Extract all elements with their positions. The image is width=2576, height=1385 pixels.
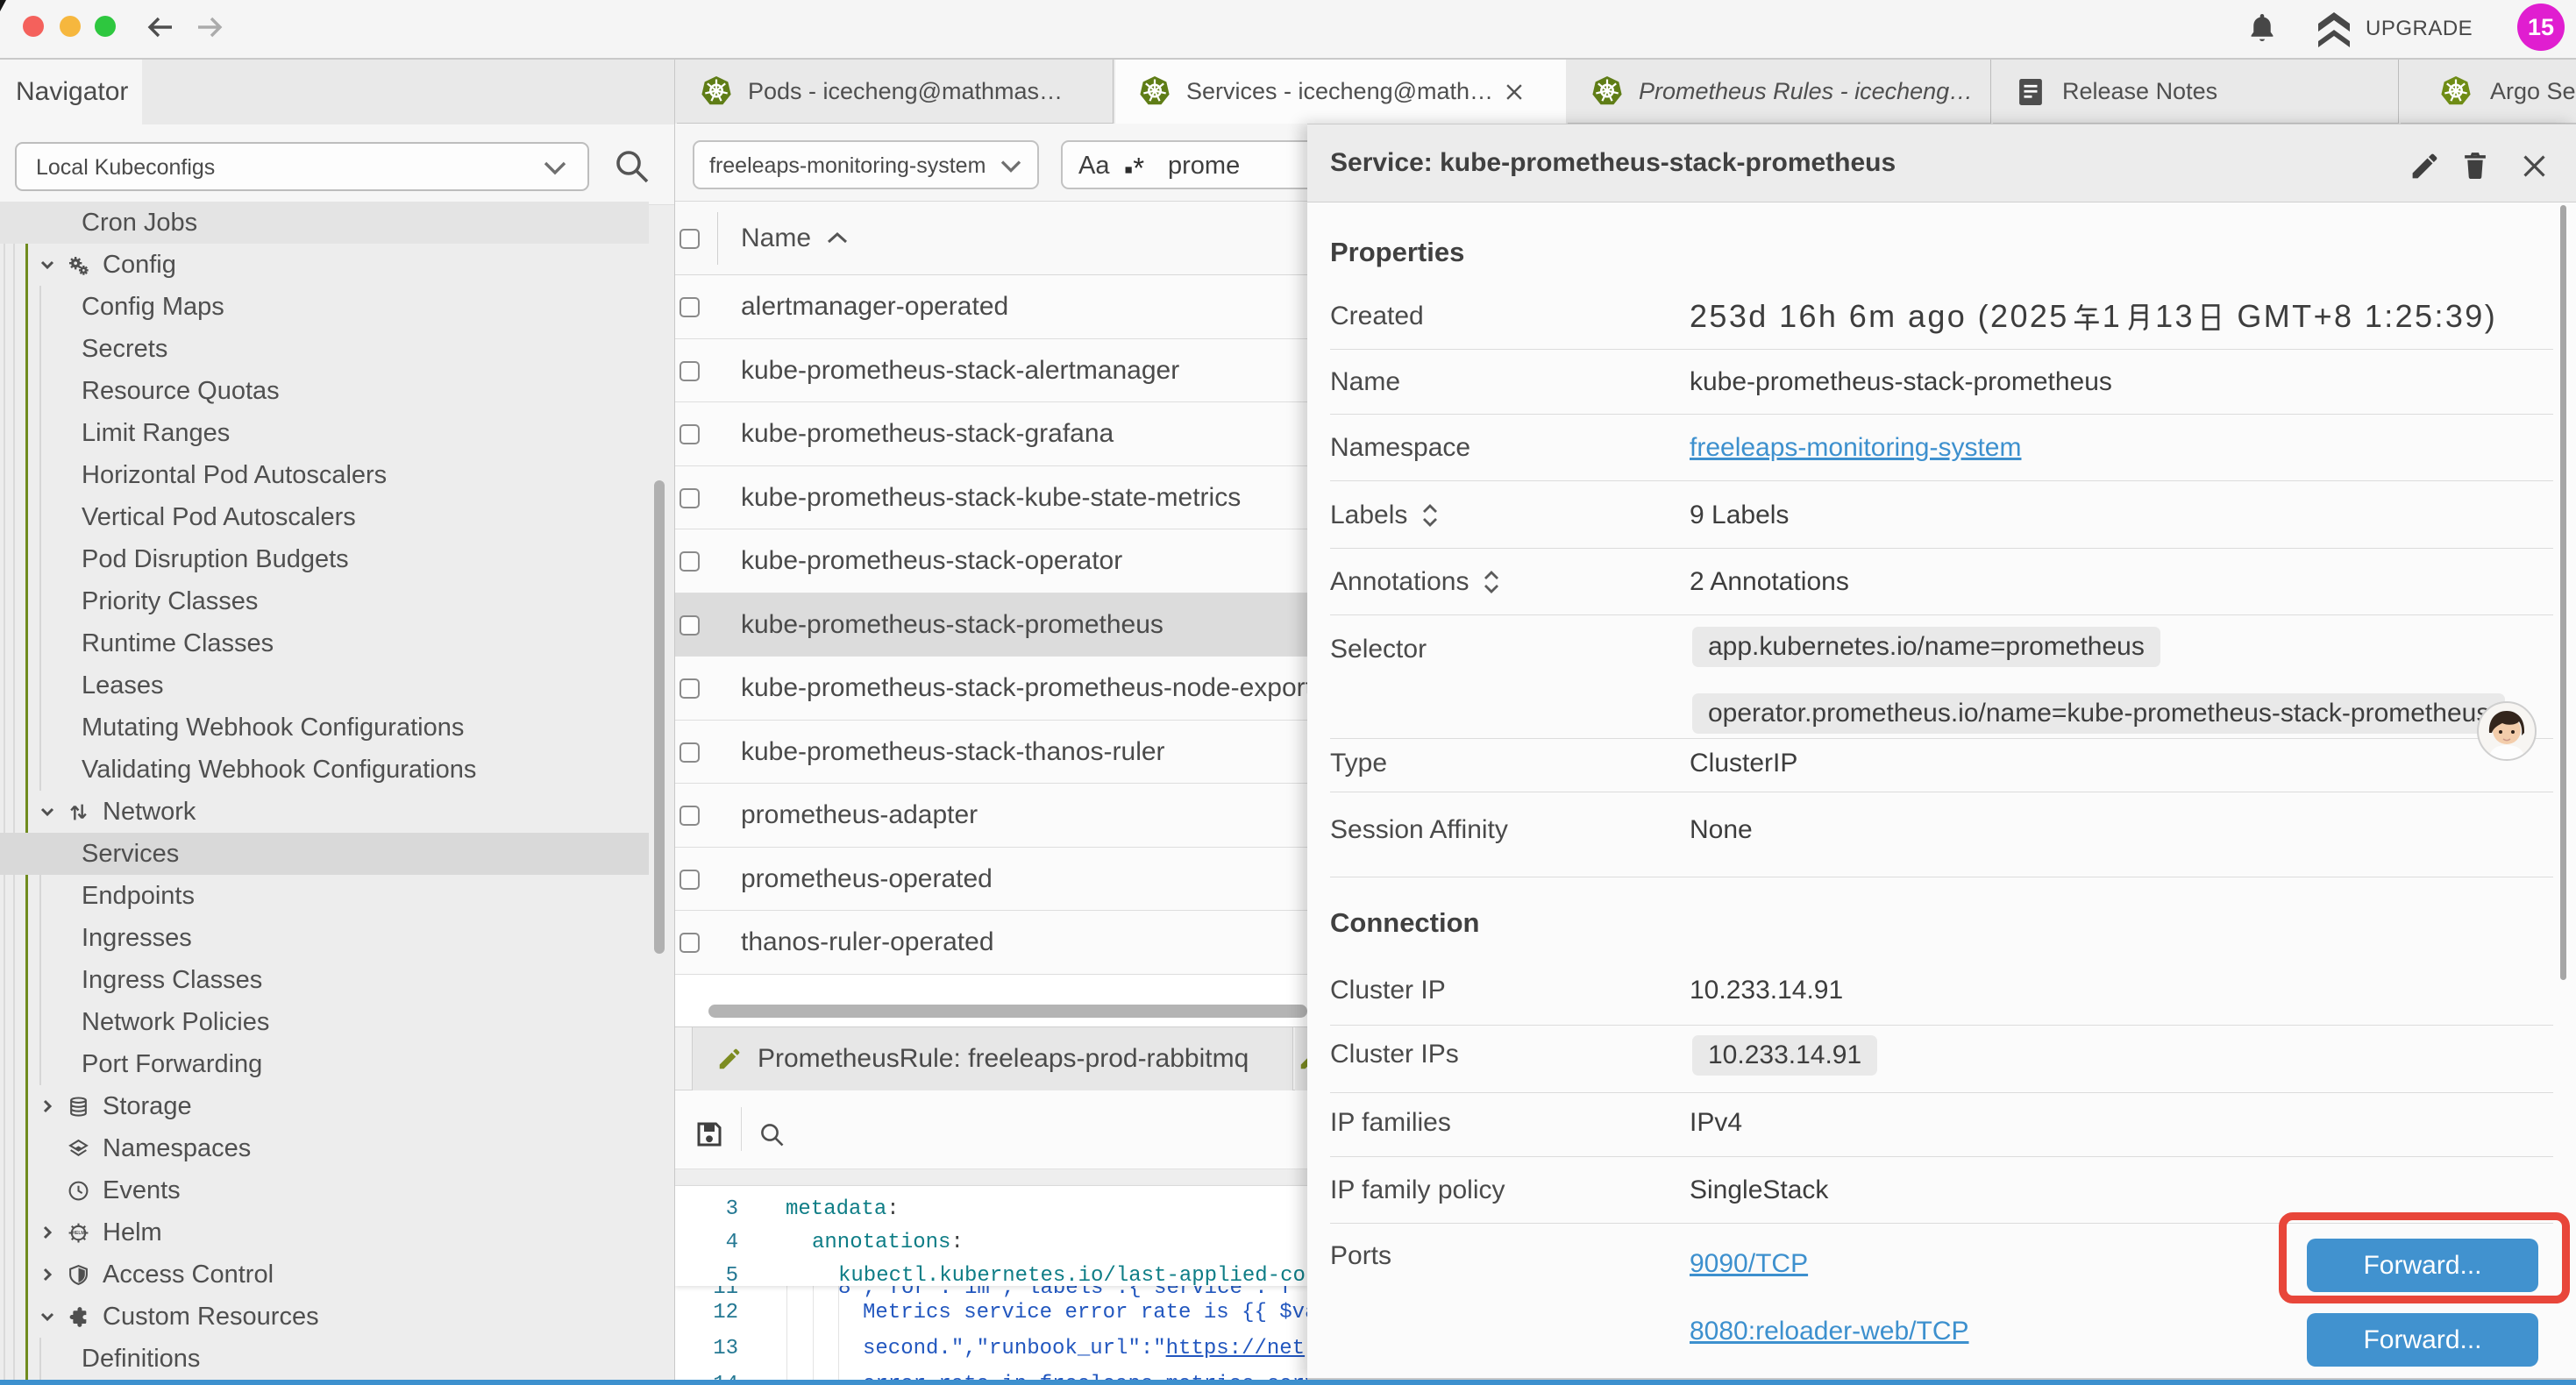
svg-text:HELM: HELM (72, 1231, 84, 1236)
